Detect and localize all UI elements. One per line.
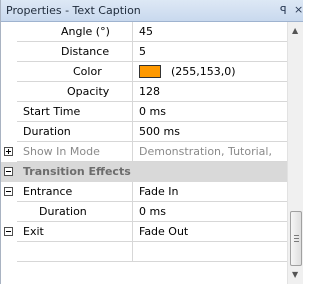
pin-icon[interactable]: ꟼ — [280, 4, 287, 17]
property-label-distance: Distance — [61, 45, 110, 58]
property-value-cell[interactable]: 5 — [133, 42, 287, 62]
property-value-cell[interactable]: 0 ms — [133, 102, 287, 122]
property-value-cell[interactable]: 128 — [133, 82, 287, 102]
property-row-exit[interactable]: Exit Fade Out — [1, 222, 287, 242]
property-name-cell: Color — [17, 62, 133, 82]
property-name-cell: Duration — [17, 122, 133, 142]
property-value-cell[interactable]: (255,153,0) — [133, 62, 287, 82]
property-value-entrance[interactable]: Fade In — [139, 185, 179, 198]
property-row-partial — [1, 242, 287, 262]
scroll-down-icon[interactable]: ▼ — [292, 270, 298, 279]
property-row-duration[interactable]: Duration 500 ms — [1, 122, 287, 142]
property-label-color: Color — [73, 65, 102, 78]
property-label-show-in-mode: Show In Mode — [23, 145, 100, 158]
expand-icon[interactable] — [4, 147, 13, 156]
property-value-duration[interactable]: 500 ms — [139, 125, 180, 138]
scroll-up-icon[interactable]: ▲ — [292, 26, 298, 35]
property-value-cell[interactable]: 45 — [133, 22, 287, 42]
scroll-thumb[interactable] — [290, 211, 302, 266]
close-icon[interactable]: × — [294, 3, 303, 16]
property-label-start-time: Start Time — [23, 105, 81, 118]
category-transition-effects[interactable]: Transition Effects — [1, 162, 287, 182]
property-value-distance[interactable]: 5 — [139, 45, 146, 58]
property-name-cell: Entrance — [17, 182, 133, 202]
property-value-opacity[interactable]: 128 — [139, 85, 160, 98]
property-value-entrance-duration[interactable]: 0 ms — [139, 205, 166, 218]
property-value-cell[interactable]: 0 ms — [133, 202, 287, 222]
property-row-angle[interactable]: Angle (°) 45 — [1, 22, 287, 42]
property-value-angle[interactable]: 45 — [139, 25, 153, 38]
property-value-exit[interactable]: Fade Out — [139, 225, 188, 238]
property-name-cell: Angle (°) — [17, 22, 133, 42]
property-name-cell: Distance — [17, 42, 133, 62]
properties-panel: Properties - Text Caption ꟼ × Angle (°) … — [0, 0, 303, 284]
property-name-cell: Exit — [17, 222, 133, 242]
collapse-icon[interactable] — [4, 187, 13, 196]
property-label-entrance-duration: Duration — [39, 205, 87, 218]
property-label-entrance: Entrance — [23, 185, 73, 198]
vertical-scrollbar[interactable]: ▲ ▼ — [287, 22, 303, 284]
property-row-entrance[interactable]: Entrance Fade In — [1, 182, 287, 202]
property-row-distance[interactable]: Distance 5 — [1, 42, 287, 62]
property-label-angle: Angle (°) — [61, 25, 110, 38]
property-name-cell: Opacity — [17, 82, 133, 102]
property-value-cell[interactable]: Demonstration, Tutorial, — [133, 142, 287, 162]
property-row-entrance-duration[interactable]: Duration 0 ms — [1, 202, 287, 222]
collapse-icon[interactable] — [4, 167, 13, 176]
property-row-start-time[interactable]: Start Time 0 ms — [1, 102, 287, 122]
property-label-duration: Duration — [23, 125, 71, 138]
color-swatch[interactable] — [139, 65, 161, 78]
category-label: Transition Effects — [23, 165, 131, 178]
property-row-show-in-mode[interactable]: Show In Mode Demonstration, Tutorial, — [1, 142, 287, 162]
property-value-cell[interactable]: 500 ms — [133, 122, 287, 142]
property-name-cell: Start Time — [17, 102, 133, 122]
property-row-opacity[interactable]: Opacity 128 — [1, 82, 287, 102]
property-value-cell[interactable]: Fade In — [133, 182, 287, 202]
property-value-cell[interactable]: Fade Out — [133, 222, 287, 242]
property-label-exit: Exit — [23, 225, 44, 238]
property-row-color[interactable]: Color (255,153,0) — [1, 62, 287, 82]
property-name-cell: Duration — [17, 202, 133, 222]
property-value-show-in-mode[interactable]: Demonstration, Tutorial, — [139, 145, 272, 158]
property-grid: Angle (°) 45 Distance 5 Color (255,153,0… — [1, 22, 287, 284]
property-name-cell: Show In Mode — [17, 142, 133, 162]
collapse-icon[interactable] — [4, 227, 13, 236]
property-value-start-time[interactable]: 0 ms — [139, 105, 166, 118]
panel-title: Properties - Text Caption — [6, 4, 141, 17]
property-label-opacity: Opacity — [67, 85, 110, 98]
property-value-color[interactable]: (255,153,0) — [171, 65, 236, 78]
panel-titlebar: Properties - Text Caption ꟼ × — [1, 0, 303, 22]
